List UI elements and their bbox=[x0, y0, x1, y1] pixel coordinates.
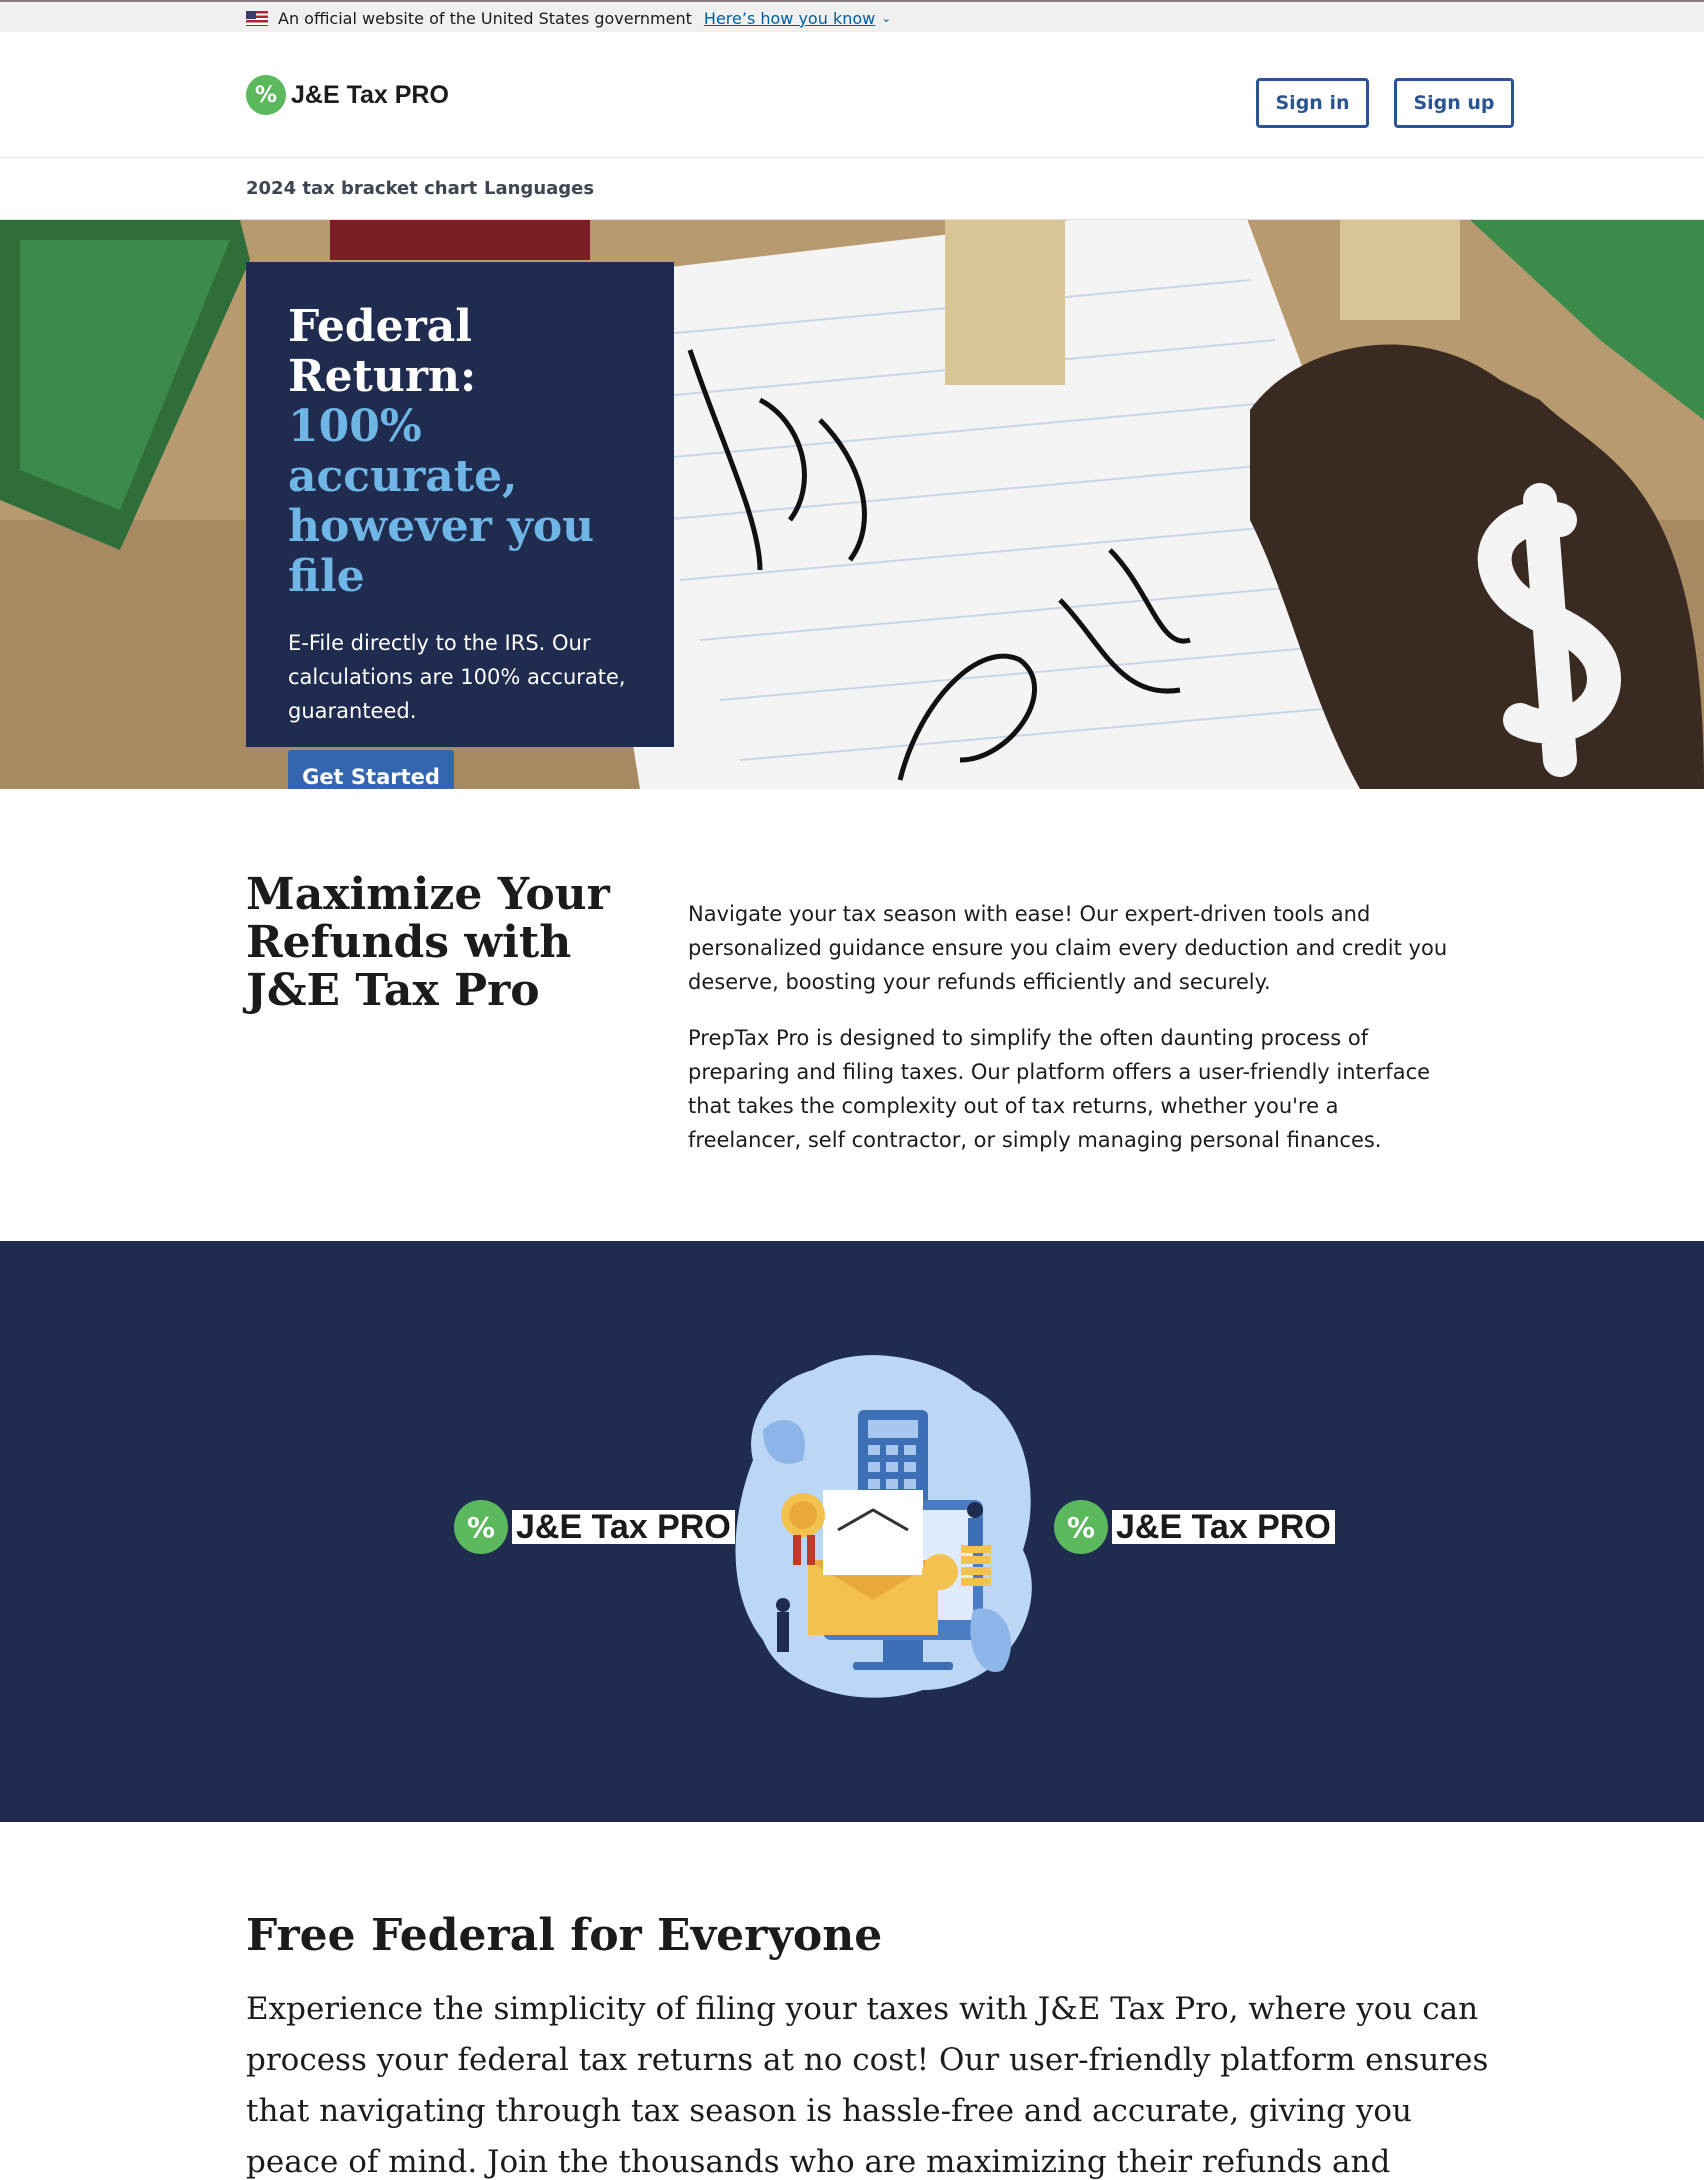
site-logo[interactable]: % J&E Tax PRO bbox=[246, 75, 449, 115]
band-brand-left: J&E Tax PRO bbox=[512, 1510, 735, 1544]
band-logo-right: % J&E Tax PRO bbox=[1054, 1500, 1335, 1554]
heres-how-you-know-link[interactable]: Here’s how you know bbox=[704, 9, 875, 28]
gov-banner-text: An official website of the United States… bbox=[278, 8, 692, 28]
nav-item-tax-bracket-chart[interactable]: 2024 tax bracket chart bbox=[246, 178, 477, 199]
percent-logo-icon: % bbox=[246, 75, 286, 115]
hero-title-accent: 100% accurate, however you file bbox=[288, 401, 595, 602]
tax-illustration bbox=[735, 1355, 1032, 1698]
band-logo-left: % J&E Tax PRO bbox=[454, 1500, 735, 1554]
percent-logo-icon: % bbox=[1054, 1500, 1108, 1554]
hero-card: Federal Return: 100% accurate, however y… bbox=[246, 262, 674, 789]
free-federal-section: Free Federal for Everyone Experience the… bbox=[0, 1822, 1704, 2180]
intro-section: Maximize Your Refunds with J&E Tax Pro N… bbox=[0, 789, 1704, 1241]
primary-nav: 2024 tax bracket chart Languages bbox=[0, 158, 1704, 220]
us-flag-icon bbox=[246, 10, 268, 26]
brand-name: J&E Tax PRO bbox=[291, 80, 449, 109]
site-header: % J&E Tax PRO Sign in Sign up bbox=[0, 32, 1704, 158]
intro-paragraph: PrepTax Pro is designed to simplify the … bbox=[688, 1026, 1431, 1152]
brand-band bbox=[0, 1241, 1704, 1822]
free-federal-title: Free Federal for Everyone bbox=[246, 1910, 883, 1961]
intro-body: Navigate your tax season with ease! Our … bbox=[688, 897, 1448, 1157]
band-brand-right: J&E Tax PRO bbox=[1112, 1510, 1335, 1544]
hero-description: E-File directly to the IRS. Our calculat… bbox=[288, 631, 626, 723]
percent-logo-icon: % bbox=[454, 1500, 508, 1554]
sign-in-button[interactable]: Sign in bbox=[1256, 78, 1369, 128]
hero-section: Federal Return: 100% accurate, however y… bbox=[0, 220, 1704, 789]
sign-up-button[interactable]: Sign up bbox=[1394, 78, 1514, 128]
nav-item-languages[interactable]: Languages bbox=[484, 178, 594, 199]
intro-title: Maximize Your Refunds with J&E Tax Pro bbox=[246, 869, 610, 1016]
gov-banner: An official website of the United States… bbox=[0, 0, 1704, 32]
free-federal-body: Experience the simplicity of filing your… bbox=[246, 1991, 1489, 2180]
hero-title: Federal Return: bbox=[288, 301, 477, 402]
chevron-down-icon[interactable]: ⌄ bbox=[881, 11, 891, 25]
get-started-button[interactable]: Get Started bbox=[288, 750, 454, 789]
intro-paragraph: Navigate your tax season with ease! Our … bbox=[688, 902, 1448, 994]
